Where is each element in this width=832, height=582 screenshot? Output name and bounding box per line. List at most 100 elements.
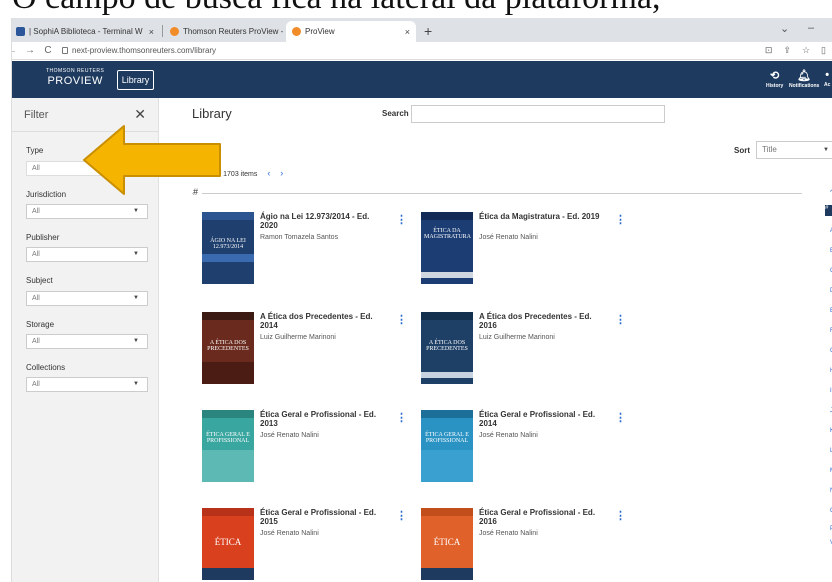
- browser-tab-sophia[interactable]: | SophiA Biblioteca - Terminal W ×: [10, 21, 160, 42]
- book-cover[interactable]: A ÉTICA DOS PRECEDENTES: [202, 312, 254, 384]
- book-card[interactable]: ÉTICA Ética Geral e Profissional - Ed. 2…: [202, 508, 412, 582]
- annotation-arrow-icon: [83, 125, 221, 195]
- more-options-icon[interactable]: ⋮: [615, 413, 626, 424]
- book-title[interactable]: Ética Geral e Profissional - Ed. 2013: [260, 410, 382, 428]
- sort-select[interactable]: Title ▼: [756, 141, 832, 159]
- account-button[interactable]: • Ac: [824, 69, 830, 88]
- next-page-icon[interactable]: ›: [280, 168, 283, 178]
- previous-page-icon[interactable]: ‹: [267, 168, 270, 178]
- jurisdiction-filter-select[interactable]: All ▼: [26, 204, 148, 219]
- book-author: Luiz Guilherme Marinoni: [479, 334, 555, 341]
- filter-label-publisher: Publisher: [26, 233, 60, 242]
- address-bar: ← → C next-proview.thomsonreuters.com/li…: [0, 42, 832, 60]
- close-icon[interactable]: ✕: [134, 106, 146, 123]
- tab-search-chevron-icon[interactable]: ⌄: [780, 22, 789, 35]
- book-title[interactable]: A Ética dos Precedentes - Ed. 2014: [260, 312, 382, 330]
- book-title[interactable]: Ética da Magistratura - Ed. 2019: [479, 212, 601, 221]
- book-card[interactable]: A ÉTICA DOS PRECEDENTES A Ética dos Prec…: [421, 312, 631, 407]
- browser-tab-proview-library[interactable]: Thomson Reuters ProView - Libr ×: [164, 21, 284, 42]
- book-title[interactable]: Ética Geral e Profissional - Ed. 2014: [479, 410, 601, 428]
- left-edge-bar: [0, 18, 12, 582]
- filter-label-type: Type: [26, 146, 44, 155]
- storage-filter-select[interactable]: All ▼: [26, 334, 148, 349]
- bookmark-star-icon[interactable]: ☆: [802, 45, 810, 56]
- book-author: Ramon Tomazela Santos: [260, 234, 339, 241]
- caret-down-icon: ▼: [133, 381, 139, 387]
- book-author: José Renato Nalini: [260, 530, 319, 537]
- book-card[interactable]: ÉTICA DA MAGISTRATURA Ética da Magistrat…: [421, 212, 631, 307]
- section-divider: [192, 193, 802, 194]
- alpha-index-item[interactable]: I: [830, 388, 832, 394]
- book-cover[interactable]: ÉTICA DA MAGISTRATURA: [421, 212, 473, 284]
- subject-filter-select[interactable]: All ▼: [26, 291, 148, 306]
- search-label: Search: [382, 109, 409, 118]
- more-options-icon[interactable]: ⋮: [396, 413, 407, 424]
- book-title[interactable]: A Ética dos Precedentes - Ed. 2016: [479, 312, 601, 330]
- filter-label-collections: Collections: [26, 363, 66, 372]
- account-icon: •: [825, 69, 830, 81]
- browser-tab-proview[interactable]: ProView ×: [286, 21, 416, 42]
- sophia-favicon-icon: [16, 27, 25, 36]
- book-title[interactable]: Ética Geral e Profissional - Ed. 2015: [260, 508, 382, 526]
- book-cover[interactable]: ÉTICA: [202, 508, 254, 580]
- book-card[interactable]: A ÉTICA DOS PRECEDENTES A Ética dos Prec…: [202, 312, 412, 407]
- close-tab-icon[interactable]: ×: [149, 27, 154, 37]
- book-author: José Renato Nalini: [260, 432, 319, 439]
- book-author: José Renato Nalini: [479, 530, 538, 537]
- caret-down-icon: ▼: [133, 295, 139, 301]
- forward-arrow-icon[interactable]: →: [24, 45, 36, 56]
- more-options-icon[interactable]: ⋮: [396, 511, 407, 522]
- book-cover[interactable]: A ÉTICA DOS PRECEDENTES: [421, 312, 473, 384]
- book-cover[interactable]: ÉTICA GERAL E PROFISSIONAL: [421, 410, 473, 482]
- sidebar-icon[interactable]: ▯: [821, 45, 826, 56]
- book-card[interactable]: ÉTICA Ética Geral e Profissional - Ed. 2…: [421, 508, 631, 582]
- filter-label-subject: Subject: [26, 276, 53, 285]
- minimize-icon[interactable]: –: [808, 22, 814, 34]
- book-card[interactable]: ÉTICA GERAL E PROFISSIONAL Ética Geral e…: [202, 410, 412, 505]
- book-title[interactable]: Ágio na Lei 12.973/2014 - Ed. 2020: [260, 212, 382, 230]
- library-button[interactable]: Library: [117, 70, 154, 90]
- caret-down-icon: ▼: [133, 208, 139, 214]
- close-tab-icon[interactable]: ×: [405, 27, 410, 37]
- more-options-icon[interactable]: ⋮: [396, 215, 407, 226]
- publisher-filter-select[interactable]: All ▼: [26, 247, 148, 262]
- browser-tabstrip: | SophiA Biblioteca - Terminal W × Thoms…: [0, 18, 832, 42]
- app-header: THOMSON REUTERS PROVIEW Library ⟲ Histor…: [0, 61, 832, 98]
- proview-favicon-icon: [292, 27, 301, 36]
- book-cover[interactable]: ÉTICA GERAL E PROFISSIONAL: [202, 410, 254, 482]
- more-options-icon[interactable]: ⋮: [615, 315, 626, 326]
- search-input[interactable]: [411, 105, 665, 123]
- book-cover[interactable]: ÉTICA: [421, 508, 473, 580]
- book-title[interactable]: Ética Geral e Profissional - Ed. 2016: [479, 508, 601, 526]
- book-author: Luiz Guilherme Marinoni: [260, 334, 336, 341]
- install-app-icon[interactable]: ⊡: [765, 45, 773, 56]
- book-cover[interactable]: ÁGIO NA LEI 12.973/2014: [202, 212, 254, 284]
- reload-icon[interactable]: C: [42, 45, 54, 56]
- share-icon[interactable]: ⇪: [783, 45, 791, 56]
- proview-logo[interactable]: THOMSON REUTERS PROVIEW: [46, 68, 104, 87]
- filter-title: Filter: [24, 108, 49, 121]
- more-options-icon[interactable]: ⋮: [615, 511, 626, 522]
- filter-label-jurisdiction: Jurisdiction: [26, 190, 67, 199]
- lock-icon: [62, 47, 68, 54]
- book-card[interactable]: ÉTICA GERAL E PROFISSIONAL Ética Geral e…: [421, 410, 631, 505]
- more-options-icon[interactable]: ⋮: [396, 315, 407, 326]
- sort-label: Sort: [734, 146, 750, 155]
- bell-icon: 🔔︎: [797, 70, 812, 82]
- new-tab-button[interactable]: +: [424, 23, 432, 39]
- alpha-index-item-selected[interactable]: #: [825, 205, 832, 216]
- more-options-icon[interactable]: ⋮: [615, 215, 626, 226]
- history-button[interactable]: ⟲ History: [766, 69, 783, 89]
- history-icon: ⟲: [770, 70, 780, 82]
- book-card[interactable]: ÁGIO NA LEI 12.973/2014 Ágio na Lei 12.9…: [202, 212, 412, 307]
- collections-filter-select[interactable]: All ▼: [26, 377, 148, 392]
- caret-down-icon: ▼: [823, 147, 829, 153]
- notifications-button[interactable]: 🔔︎ Notifications: [789, 69, 819, 89]
- page-title: Library: [192, 106, 232, 121]
- filter-label-storage: Storage: [26, 320, 55, 329]
- proview-favicon-icon: [170, 27, 179, 36]
- caret-down-icon: ▼: [133, 338, 139, 344]
- book-author: José Renato Nalini: [479, 234, 538, 241]
- book-author: José Renato Nalini: [479, 432, 538, 439]
- url-field[interactable]: next-proview.thomsonreuters.com/library: [62, 46, 216, 55]
